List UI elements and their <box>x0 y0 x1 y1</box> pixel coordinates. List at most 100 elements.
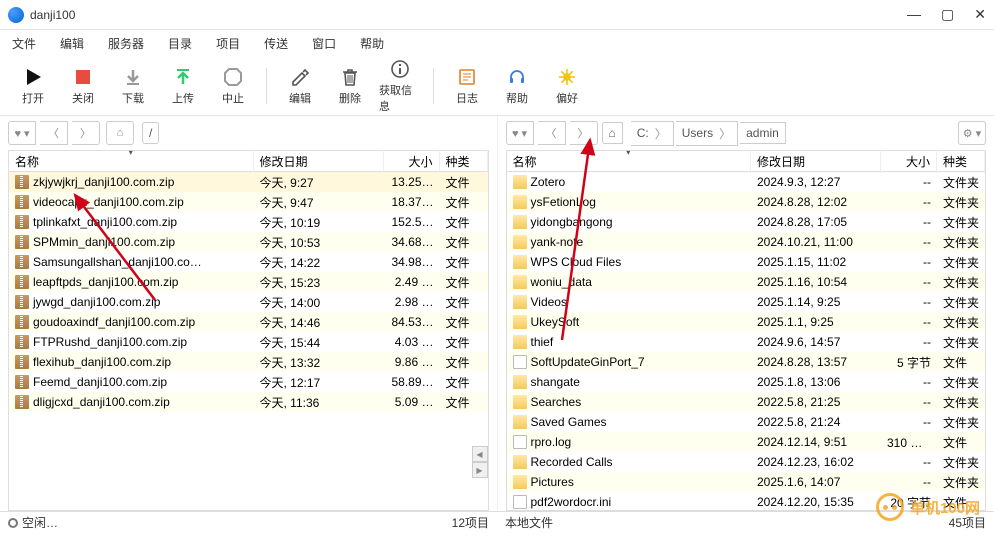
home-crumb[interactable]: ⌂ <box>602 122 623 144</box>
open-button[interactable]: 打开 <box>12 58 54 114</box>
table-row[interactable]: FTPRushd_danji100.com.zip 今天, 15:44 4.03… <box>9 332 488 352</box>
table-row[interactable]: zkjywjkrj_danji100.com.zip 今天, 9:27 13.2… <box>9 172 488 192</box>
table-row[interactable]: Searches 2022.5.8, 21:25 -- 文件夹 <box>507 392 986 412</box>
col-name-header[interactable]: 名称▾ <box>507 150 752 173</box>
table-row[interactable]: shangate 2025.1.8, 13:06 -- 文件夹 <box>507 372 986 392</box>
col-date-header[interactable]: 修改日期 <box>254 150 384 173</box>
close-button[interactable]: 关闭 <box>62 58 104 114</box>
menu-item-4[interactable]: 项目 <box>216 35 240 52</box>
breadcrumb-segment[interactable]: C:〉 <box>631 121 674 146</box>
file-list[interactable]: Zotero 2024.9.3, 12:27 -- 文件夹 ysFetionLo… <box>506 172 987 511</box>
table-row[interactable]: leapftpds_danji100.com.zip 今天, 15:23 2.4… <box>9 272 488 292</box>
abort-button[interactable]: 中止 <box>212 58 254 114</box>
home-button[interactable]: ⌂ <box>106 121 134 145</box>
file-date: 2024.10.21, 11:00 <box>751 232 881 252</box>
menu-item-7[interactable]: 帮助 <box>360 35 384 52</box>
forward-button[interactable]: 〉 <box>72 121 100 145</box>
status-left-count: 12项目 <box>452 514 489 531</box>
file-name: ysFetionLog <box>531 195 596 209</box>
folder-icon <box>513 475 527 489</box>
table-row[interactable]: rpro.log 2024.12.14, 9:51 310 千… 文件 <box>507 432 986 452</box>
table-row[interactable]: Videos 2025.1.14, 9:25 -- 文件夹 <box>507 292 986 312</box>
scroll-right-button[interactable]: ▶ <box>472 462 488 478</box>
table-row[interactable]: woniu_data 2025.1.16, 10:54 -- 文件夹 <box>507 272 986 292</box>
menu-item-3[interactable]: 目录 <box>168 35 192 52</box>
table-row[interactable]: UkeySoft 2025.1.1, 9:25 -- 文件夹 <box>507 312 986 332</box>
delete-button[interactable]: 删除 <box>329 58 371 114</box>
close-button[interactable]: ✕ <box>974 6 986 23</box>
pane-nav: ♥ ▾ 〈 〉 ⌂ / <box>0 116 497 144</box>
file-size: 34.98… <box>384 252 440 272</box>
upload-button[interactable]: 上传 <box>162 58 204 114</box>
file-name: leapftpds_danji100.com.zip <box>33 275 178 289</box>
panes: ♥ ▾ 〈 〉 ⌂ / 名称▾ 修改日期 大小 种类 zkjywjkrj_dan… <box>0 116 994 511</box>
menu-item-6[interactable]: 窗口 <box>312 35 336 52</box>
breadcrumb-segment[interactable]: admin <box>740 122 786 144</box>
table-row[interactable]: ysFetionLog 2024.8.28, 12:02 -- 文件夹 <box>507 192 986 212</box>
file-name: woniu_data <box>531 275 592 289</box>
menu-item-2[interactable]: 服务器 <box>108 35 144 52</box>
menu-item-5[interactable]: 传送 <box>264 35 288 52</box>
back-button[interactable]: 〈 <box>40 121 68 145</box>
table-row[interactable]: Feemd_danji100.com.zip 今天, 12:17 58.89… … <box>9 372 488 392</box>
table-row[interactable]: dligjcxd_danji100.com.zip 今天, 11:36 5.09… <box>9 392 488 412</box>
table-row[interactable]: Zotero 2024.9.3, 12:27 -- 文件夹 <box>507 172 986 192</box>
prefs-button[interactable]: 偏好 <box>546 58 588 114</box>
fav-button[interactable]: ♥ ▾ <box>506 121 534 145</box>
maximize-button[interactable]: ▢ <box>941 6 954 23</box>
menu-item-0[interactable]: 文件 <box>12 35 36 52</box>
minimize-button[interactable]: — <box>907 6 921 23</box>
table-row[interactable]: tplinkafxt_danji100.com.zip 今天, 10:19 15… <box>9 212 488 232</box>
table-row[interactable]: WPS Cloud Files 2025.1.15, 11:02 -- 文件夹 <box>507 252 986 272</box>
back-button[interactable]: 〈 <box>538 121 566 145</box>
col-type-header[interactable]: 种类 <box>937 150 985 173</box>
folder-icon <box>513 235 527 249</box>
fav-button[interactable]: ♥ ▾ <box>8 121 36 145</box>
info-button[interactable]: 获取信息 <box>379 58 421 114</box>
status-left-text: 空闲… <box>22 514 58 531</box>
table-row[interactable]: yank-note 2024.10.21, 11:00 -- 文件夹 <box>507 232 986 252</box>
edit-button[interactable]: 编辑 <box>279 58 321 114</box>
file-size: -- <box>881 412 937 432</box>
breadcrumb-segment[interactable]: / <box>142 122 159 144</box>
folder-icon <box>513 375 527 389</box>
file-name: dligjcxd_danji100.com.zip <box>33 395 170 409</box>
folder-icon <box>513 275 527 289</box>
log-icon <box>456 66 478 88</box>
table-row[interactable]: Samsungallshan_danji100.co… 今天, 14:22 34… <box>9 252 488 272</box>
table-row[interactable]: Pictures 2025.1.6, 14:07 -- 文件夹 <box>507 472 986 492</box>
table-row[interactable]: Saved Games 2022.5.8, 21:24 -- 文件夹 <box>507 412 986 432</box>
file-name: pdf2wordocr.ini <box>531 495 612 509</box>
col-date-header[interactable]: 修改日期 <box>751 150 881 173</box>
scroll-left-button[interactable]: ◀ <box>472 446 488 462</box>
table-row[interactable]: flexihub_danji100.com.zip 今天, 13:32 9.86… <box>9 352 488 372</box>
breadcrumb-segment[interactable]: Users〉 <box>676 121 738 146</box>
queue-icon[interactable] <box>8 518 18 528</box>
table-row[interactable]: SoftUpdateGinPort_7 2024.8.28, 13:57 5 字… <box>507 352 986 372</box>
zip-icon <box>15 355 29 369</box>
forward-button[interactable]: 〉 <box>570 121 598 145</box>
table-row[interactable]: Recorded Calls 2024.12.23, 16:02 -- 文件夹 <box>507 452 986 472</box>
col-size-header[interactable]: 大小 <box>384 150 440 173</box>
file-name: flexihub_danji100.com.zip <box>33 355 171 369</box>
col-type-header[interactable]: 种类 <box>440 150 488 173</box>
table-row[interactable]: jywgd_danji100.com.zip 今天, 14:00 2.98 … … <box>9 292 488 312</box>
download-button[interactable]: 下载 <box>112 58 154 114</box>
file-name: Pictures <box>531 475 574 489</box>
file-list[interactable]: zkjywjkrj_danji100.com.zip 今天, 9:27 13.2… <box>8 172 489 511</box>
folder-icon <box>513 395 527 409</box>
menu-item-1[interactable]: 编辑 <box>60 35 84 52</box>
zip-icon <box>15 255 29 269</box>
settings-button[interactable]: ⚙ ▾ <box>958 121 986 145</box>
folder-icon <box>513 175 527 189</box>
table-row[interactable]: thief 2024.9.6, 14:57 -- 文件夹 <box>507 332 986 352</box>
table-row[interactable]: goudoaxindf_danji100.com.zip 今天, 14:46 8… <box>9 312 488 332</box>
table-row[interactable]: SPMmin_danji100.com.zip 今天, 10:53 34.68…… <box>9 232 488 252</box>
table-row[interactable]: yidongbangong 2024.8.28, 17:05 -- 文件夹 <box>507 212 986 232</box>
col-name-header[interactable]: 名称▾ <box>9 150 254 173</box>
help-button[interactable]: 帮助 <box>496 58 538 114</box>
zip-icon <box>15 175 29 189</box>
table-row[interactable]: videocapx_danji100.com.zip 今天, 9:47 18.3… <box>9 192 488 212</box>
col-size-header[interactable]: 大小 <box>881 150 937 173</box>
log-button[interactable]: 日志 <box>446 58 488 114</box>
